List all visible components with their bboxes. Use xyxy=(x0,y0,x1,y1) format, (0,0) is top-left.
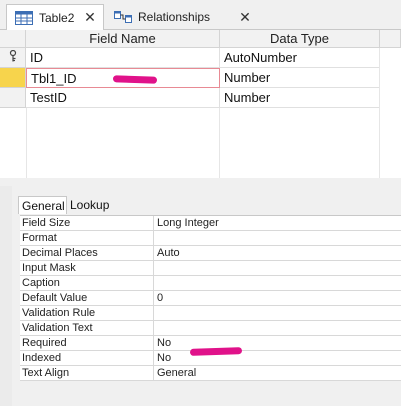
property-value[interactable]: Auto xyxy=(155,246,401,261)
property-label: Indexed xyxy=(20,351,154,366)
table-row[interactable]: ID AutoNumber xyxy=(0,48,380,68)
column-header-description xyxy=(380,30,401,48)
property-label: Caption xyxy=(20,276,154,291)
table-icon xyxy=(15,10,33,25)
property-row[interactable]: Validation Text xyxy=(20,321,401,336)
property-row[interactable]: Default Value 0 xyxy=(20,291,401,306)
tab-table2[interactable]: Table2 ✕ xyxy=(6,4,104,30)
property-row[interactable]: Format xyxy=(20,231,401,246)
property-value[interactable]: 0 xyxy=(155,291,401,306)
row-selector[interactable] xyxy=(0,48,26,68)
property-label: Text Align xyxy=(20,366,154,381)
close-icon[interactable]: ✕ xyxy=(236,9,254,26)
table-row[interactable]: TestID Number xyxy=(0,88,380,108)
property-label: Validation Rule xyxy=(20,306,154,321)
property-value[interactable] xyxy=(155,261,401,276)
column-header-field-name: Field Name xyxy=(26,30,220,48)
pane-splitter[interactable] xyxy=(0,178,401,186)
property-sheet: Field Size Long Integer Format Decimal Pl… xyxy=(20,215,401,381)
tab-label: Table2 xyxy=(39,10,75,25)
field-name-text: Tbl1_ID xyxy=(31,70,77,86)
property-label: Validation Text xyxy=(20,321,154,336)
property-label: Decimal Places xyxy=(20,246,154,261)
field-design-grid: Field Name Data Type ID AutoNumber Tbl1_… xyxy=(0,30,401,178)
grid-line xyxy=(379,48,380,178)
property-value[interactable]: General xyxy=(155,366,401,381)
tab-relationships[interactable]: Relationships ✕ xyxy=(106,4,258,30)
field-name-cell[interactable]: ID xyxy=(26,48,220,68)
document-tab-bar: Table2 ✕ Relationships ✕ xyxy=(0,0,401,30)
data-type-cell[interactable]: Number xyxy=(220,88,380,108)
property-value[interactable] xyxy=(155,276,401,291)
tab-lookup[interactable]: Lookup xyxy=(67,196,115,214)
property-row[interactable]: Text Align General xyxy=(20,366,401,381)
redaction-mark xyxy=(112,75,158,84)
property-label: Required xyxy=(20,336,154,351)
property-row[interactable]: Decimal Places Auto xyxy=(20,246,401,261)
property-row[interactable]: Field Size Long Integer xyxy=(20,216,401,231)
column-header-data-type: Data Type xyxy=(220,30,380,48)
grid-line xyxy=(26,108,27,178)
relationships-icon xyxy=(114,10,132,24)
table-row[interactable]: Tbl1_ID Number xyxy=(0,68,380,88)
property-row[interactable]: Validation Rule xyxy=(20,306,401,321)
property-row[interactable]: Input Mask xyxy=(20,261,401,276)
property-label: Field Size xyxy=(20,216,154,231)
tab-general[interactable]: General xyxy=(18,196,67,214)
field-name-cell[interactable]: TestID xyxy=(26,88,220,108)
field-name-cell[interactable]: Tbl1_ID xyxy=(26,68,220,88)
property-label: Input Mask xyxy=(20,261,154,276)
data-type-cell[interactable]: AutoNumber xyxy=(220,48,380,68)
property-value[interactable] xyxy=(155,321,401,336)
data-type-cell[interactable]: Number xyxy=(220,68,380,88)
tab-label: Relationships xyxy=(138,10,211,24)
property-label: Default Value xyxy=(20,291,154,306)
grid-line xyxy=(219,108,220,178)
property-label: Format xyxy=(20,231,154,246)
grid-corner[interactable] xyxy=(0,30,26,48)
primary-key-icon xyxy=(9,49,17,65)
property-value[interactable]: Long Integer xyxy=(155,216,401,231)
left-gutter xyxy=(0,186,12,406)
property-row[interactable]: Caption xyxy=(20,276,401,291)
row-selector[interactable] xyxy=(0,88,26,108)
row-selector[interactable] xyxy=(0,68,26,88)
close-icon[interactable]: ✕ xyxy=(81,9,99,26)
property-value[interactable] xyxy=(155,306,401,321)
field-properties-pane: General Lookup Field Size Long Integer Fo… xyxy=(12,186,401,406)
property-value[interactable] xyxy=(155,231,401,246)
